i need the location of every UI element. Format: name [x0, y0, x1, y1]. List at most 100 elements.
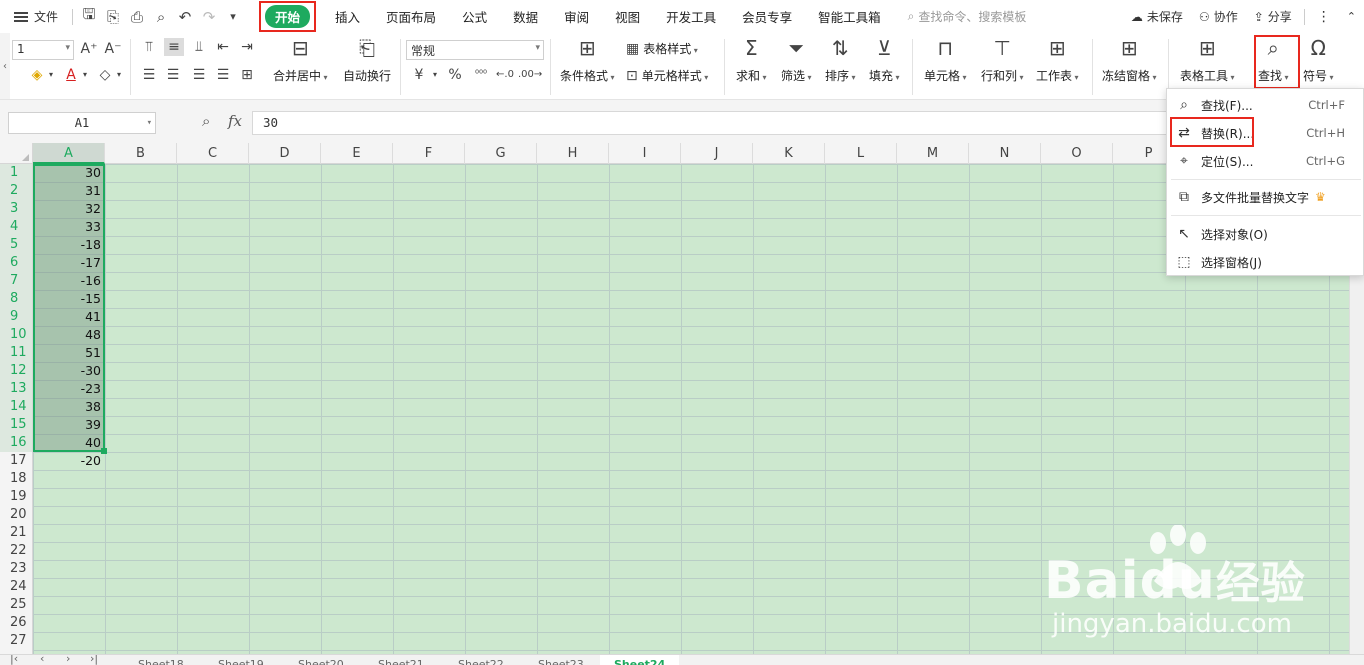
currency-icon[interactable]: ¥: [410, 66, 428, 84]
distributed-align-icon[interactable]: ⊞: [238, 66, 256, 84]
cell-a8[interactable]: -15: [33, 290, 105, 308]
thousands-separator-icon[interactable]: ⁰⁰⁰: [470, 66, 492, 84]
undo-icon[interactable]: ↶: [173, 0, 197, 33]
column-header-j[interactable]: J: [681, 143, 753, 164]
collapse-ribbon-icon[interactable]: ⌃: [1339, 10, 1364, 23]
row-col-button[interactable]: ⊤ 行和列: [981, 35, 1024, 84]
column-header-a[interactable]: A: [33, 143, 105, 164]
save-icon[interactable]: 🖫: [77, 0, 101, 33]
row-header-21[interactable]: 21: [0, 524, 32, 542]
find-button[interactable]: ⌕ 查找: [1258, 35, 1289, 84]
more-options-icon[interactable]: ⋮: [1309, 9, 1339, 25]
row-header-16[interactable]: 16: [0, 434, 32, 452]
tab-view[interactable]: 视图: [602, 0, 653, 33]
row-header-20[interactable]: 20: [0, 506, 32, 524]
collaborate-button[interactable]: ⚇ 协作: [1191, 8, 1246, 25]
cell-a13[interactable]: -23: [33, 380, 105, 398]
row-header-19[interactable]: 19: [0, 488, 32, 506]
cell-a7[interactable]: -16: [33, 272, 105, 290]
symbol-button[interactable]: Ω 符号: [1303, 35, 1334, 84]
name-box[interactable]: A1: [8, 112, 156, 134]
freeze-panes-button[interactable]: ⊞ 冻结窗格: [1102, 35, 1157, 84]
cell-a10[interactable]: 48: [33, 326, 105, 344]
column-header-c[interactable]: C: [177, 143, 249, 164]
column-header-g[interactable]: G: [465, 143, 537, 164]
sheet-tab-22[interactable]: Sheet22: [458, 655, 504, 665]
cell-a12[interactable]: -30: [33, 362, 105, 380]
command-search[interactable]: ⌕ 查找命令、搜索模板: [908, 8, 1027, 25]
menu-item-select-objects[interactable]: ↖ 选择对象(O): [1167, 220, 1363, 248]
row-header-2[interactable]: 2: [0, 182, 32, 200]
menu-item-batch-replace[interactable]: ⧉ 多文件批量替换文字 ♛: [1167, 183, 1363, 211]
increase-indent-icon[interactable]: ⇥: [238, 38, 256, 56]
row-header-9[interactable]: 9: [0, 308, 32, 326]
increase-decimal-icon[interactable]: ←.0: [494, 66, 516, 84]
spreadsheet-grid[interactable]: [33, 164, 1349, 654]
column-header-e[interactable]: E: [321, 143, 393, 164]
filter-button[interactable]: ⏷ 筛选: [781, 35, 812, 84]
wrap-text-button[interactable]: ⎗ 自动换行: [343, 35, 391, 84]
table-tools-button[interactable]: ⊞ 表格工具: [1180, 35, 1235, 84]
align-left-icon[interactable]: ☰: [140, 66, 158, 84]
percent-icon[interactable]: %: [446, 66, 464, 84]
conditional-format-button[interactable]: ⊞ 条件格式: [560, 35, 615, 84]
last-sheet-icon[interactable]: ›|: [90, 655, 98, 665]
sheet-tab-19[interactable]: Sheet19: [218, 655, 264, 665]
cell-a9[interactable]: 41: [33, 308, 105, 326]
column-header-k[interactable]: K: [753, 143, 825, 164]
share-button[interactable]: ⇪ 分享: [1246, 8, 1300, 25]
justify-icon[interactable]: ☰: [214, 66, 232, 84]
column-header-f[interactable]: F: [393, 143, 465, 164]
column-header-l[interactable]: L: [825, 143, 897, 164]
font-color-dropdown-icon[interactable]: ▾: [80, 66, 90, 84]
sheet-tab-18[interactable]: Sheet18: [138, 655, 184, 665]
column-header-i[interactable]: I: [609, 143, 681, 164]
menu-item-selection-pane[interactable]: ⬚ 选择窗格(J): [1167, 248, 1363, 276]
zoom-formula-icon[interactable]: ⌕: [202, 112, 210, 130]
sum-button[interactable]: Σ 求和: [736, 35, 767, 84]
row-header-22[interactable]: 22: [0, 542, 32, 560]
sheet-tab-24[interactable]: Sheet24: [600, 655, 680, 665]
cell-style-button[interactable]: ⊡ 单元格样式: [626, 67, 708, 84]
next-sheet-icon[interactable]: ›: [66, 655, 70, 665]
row-header-25[interactable]: 25: [0, 596, 32, 614]
cell-a17[interactable]: -20: [33, 452, 105, 470]
column-header-m[interactable]: M: [897, 143, 969, 164]
cell-a14[interactable]: 38: [33, 398, 105, 416]
print-preview-icon[interactable]: ⌕: [149, 0, 173, 33]
merge-center-button[interactable]: ⊟ 合并居中: [273, 35, 328, 84]
row-header-18[interactable]: 18: [0, 470, 32, 488]
cell-a3[interactable]: 32: [33, 200, 105, 218]
column-header-n[interactable]: N: [969, 143, 1041, 164]
menu-item-goto[interactable]: ⌖ 定位(S)... Ctrl+G: [1167, 147, 1363, 175]
cell-a15[interactable]: 39: [33, 416, 105, 434]
row-header-6[interactable]: 6: [0, 254, 32, 272]
row-header-14[interactable]: 14: [0, 398, 32, 416]
row-header-11[interactable]: 11: [0, 344, 32, 362]
ribbon-scroll-left-icon[interactable]: ‹: [0, 33, 10, 99]
row-header-15[interactable]: 15: [0, 416, 32, 434]
menu-item-find[interactable]: ⌕ 查找(F)... Ctrl+F: [1167, 91, 1363, 119]
row-header-10[interactable]: 10: [0, 326, 32, 344]
tab-page-layout[interactable]: 页面布局: [373, 0, 449, 33]
print-icon[interactable]: ⎙: [125, 0, 149, 33]
cell-a5[interactable]: -18: [33, 236, 105, 254]
tab-home[interactable]: 开始: [265, 5, 311, 28]
align-top-icon[interactable]: ⫪: [140, 38, 158, 56]
row-header-3[interactable]: 3: [0, 200, 32, 218]
fill-button[interactable]: ⊻ 填充: [869, 35, 900, 84]
tab-developer[interactable]: 开发工具: [653, 0, 729, 33]
row-header-27[interactable]: 27: [0, 632, 32, 650]
clear-format-icon[interactable]: ◇: [96, 66, 114, 84]
decrease-decimal-icon[interactable]: .00→: [518, 66, 542, 84]
cell-button[interactable]: ⊓ 单元格: [924, 35, 967, 84]
row-header-26[interactable]: 26: [0, 614, 32, 632]
font-size-select[interactable]: 1: [12, 40, 74, 60]
decrease-font-icon[interactable]: A⁻: [104, 40, 122, 58]
cell-a2[interactable]: 31: [33, 182, 105, 200]
column-header-o[interactable]: O: [1041, 143, 1113, 164]
fx-icon[interactable]: fx: [228, 112, 242, 130]
font-color-icon[interactable]: A: [62, 66, 80, 84]
unsaved-button[interactable]: ☁ 未保存: [1123, 8, 1191, 25]
row-header-12[interactable]: 12: [0, 362, 32, 380]
